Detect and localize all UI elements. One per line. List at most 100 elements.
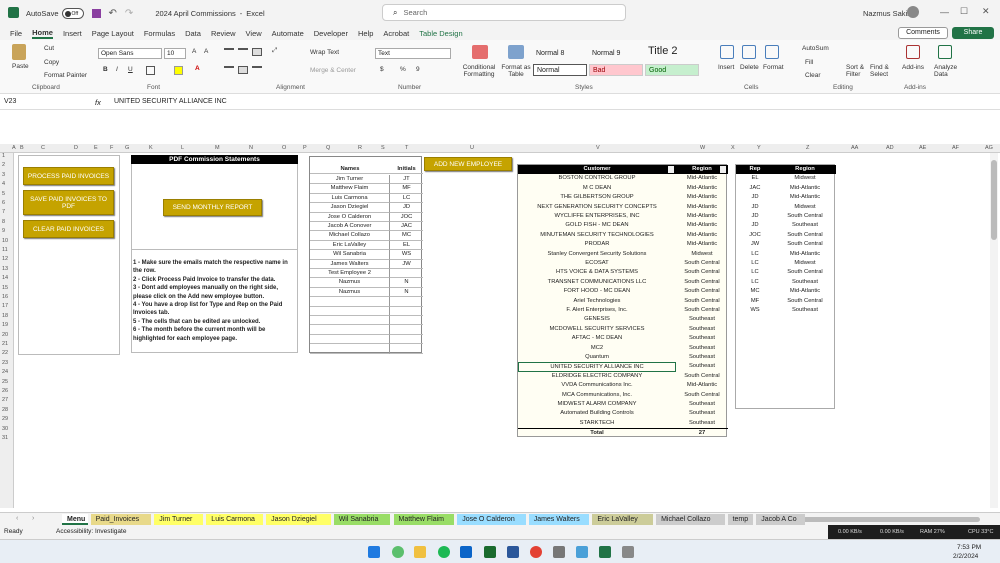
rep-region-cell[interactable]: Midwest xyxy=(774,203,836,212)
customer-name-cell[interactable]: MC2 xyxy=(518,344,676,353)
save-icon[interactable] xyxy=(91,8,101,18)
column-header-y[interactable]: Y xyxy=(757,145,761,151)
format-as-table-button[interactable]: Format as Table xyxy=(500,64,532,78)
conditional-formatting-icon[interactable] xyxy=(472,45,488,59)
customer-name-cell[interactable]: GENESIS xyxy=(518,315,676,324)
column-header-x[interactable]: X xyxy=(731,145,735,151)
menu-tab-home[interactable]: Home xyxy=(32,28,53,39)
app-icon[interactable] xyxy=(553,546,565,558)
employee-initials-cell[interactable]: N xyxy=(390,278,423,288)
customer-region-cell[interactable]: Southeast xyxy=(676,334,728,343)
sheet-tab-eric-lavalley[interactable]: Eric LaValley xyxy=(592,514,654,525)
column-header-e[interactable]: E xyxy=(94,145,98,151)
style-bad[interactable]: Bad xyxy=(589,64,643,76)
snipping-icon[interactable] xyxy=(576,546,588,558)
column-header-k[interactable]: K xyxy=(149,145,153,151)
name-box[interactable]: V23 xyxy=(4,98,74,108)
customer-region-cell[interactable]: Mid-Atlantic xyxy=(676,184,728,193)
analyze-data-button[interactable]: Analyze Data xyxy=(934,64,958,78)
share-button[interactable]: Share xyxy=(952,27,994,39)
row-header[interactable]: 10 xyxy=(2,238,8,244)
column-header-aa[interactable]: AA xyxy=(851,145,858,151)
menu-tab-file[interactable]: File xyxy=(10,29,22,38)
column-header-c[interactable]: C xyxy=(41,145,45,151)
rep-region-cell[interactable]: South Central xyxy=(774,240,836,249)
sheet-tab-jason-dziegiel[interactable]: Jason Dziegiel xyxy=(266,514,331,525)
delete-cells-icon[interactable] xyxy=(742,45,756,59)
employee-initials-cell[interactable]: MF xyxy=(390,184,423,194)
style-normal[interactable]: Normal xyxy=(533,64,587,76)
rep-header-0[interactable]: Rep xyxy=(736,165,774,175)
insert-button[interactable]: Insert xyxy=(718,64,734,71)
rep-region-cell[interactable]: Mid-Atlantic xyxy=(774,193,836,202)
column-header-ae[interactable]: AE xyxy=(919,145,926,151)
align-center-icon[interactable] xyxy=(238,66,248,74)
customer-name-cell[interactable]: VVDA Communications Inc. xyxy=(518,381,676,390)
customer-name-cell[interactable]: ELDRIDGE ELECTRIC COMPANY xyxy=(518,372,676,381)
horizontal-scroll-thumb[interactable] xyxy=(800,517,980,522)
customer-region-cell[interactable]: Mid-Atlantic xyxy=(676,381,728,390)
font-name-select[interactable]: Open Sans xyxy=(98,48,162,59)
filter-dropdown-icon[interactable] xyxy=(720,166,726,173)
comma-icon[interactable]: 9 xyxy=(416,66,420,73)
employee-initials-cell[interactable] xyxy=(390,269,423,279)
paste-icon[interactable] xyxy=(12,44,26,60)
column-header-n[interactable]: N xyxy=(249,145,253,151)
rep-region-cell[interactable]: South Central xyxy=(774,231,836,240)
customer-name-cell[interactable]: TRANSNET COMMUNICATIONS LLC xyxy=(518,278,676,287)
save-paid-invoices-pdf-button[interactable]: SAVE PAID INVOICES TO PDF xyxy=(23,190,114,215)
customer-name-cell[interactable]: MINUTEMAN SECURITY TECHNOLOGIES xyxy=(518,231,676,240)
column-header-ag[interactable]: AG xyxy=(985,145,993,151)
customer-region-cell[interactable]: Mid-Atlantic xyxy=(676,231,728,240)
customer-name-cell[interactable]: THE GILBERTSON GROUP xyxy=(518,193,676,202)
rep-initials-cell[interactable]: MC xyxy=(736,287,774,296)
menu-tab-view[interactable]: View xyxy=(246,29,262,38)
underline-button[interactable]: U xyxy=(128,66,133,73)
fx-icon[interactable]: fx xyxy=(95,98,101,107)
analyze-data-icon[interactable] xyxy=(938,45,952,59)
customer-region-cell[interactable]: Southeast xyxy=(676,315,728,324)
column-header-a[interactable]: A xyxy=(12,145,16,151)
excel-taskbar-icon[interactable] xyxy=(599,546,611,558)
currency-icon[interactable]: $ xyxy=(380,66,384,73)
customer-region-cell[interactable]: Mid-Atlantic xyxy=(676,221,728,230)
employee-name-cell[interactable]: James Walters xyxy=(310,259,390,269)
autosum-button[interactable]: AutoSum xyxy=(802,45,829,52)
rep-region-cell[interactable]: South Central xyxy=(774,297,836,306)
rep-region-cell[interactable]: Mid-Atlantic xyxy=(774,250,836,259)
minimize-icon[interactable]: — xyxy=(940,7,949,17)
employee-initials-cell[interactable] xyxy=(390,297,423,307)
row-header[interactable]: 8 xyxy=(2,219,5,225)
row-header[interactable]: 7 xyxy=(2,209,5,215)
rep-region-cell[interactable]: Midwest xyxy=(774,174,836,183)
customer-name-cell[interactable]: GOLD FISH - MC DEAN xyxy=(518,221,676,230)
employee-name-cell[interactable] xyxy=(310,316,390,326)
customer-name-cell[interactable]: STARKTECH xyxy=(518,419,676,428)
employee-name-cell[interactable] xyxy=(310,334,390,345)
column-header-l[interactable]: L xyxy=(181,145,184,151)
rep-initials-cell[interactable]: MF xyxy=(736,297,774,306)
merge-center-button[interactable]: Merge & Center xyxy=(310,67,356,74)
customer-region-cell[interactable]: Southeast xyxy=(676,344,728,353)
customer-name-cell[interactable]: AFTAC - MC DEAN xyxy=(518,334,676,343)
orientation-icon[interactable]: ⤢ xyxy=(272,47,277,55)
conditional-formatting-button[interactable]: Conditional Formatting xyxy=(460,64,498,78)
column-header-t[interactable]: T xyxy=(405,145,408,151)
menu-tab-help[interactable]: Help xyxy=(358,29,373,38)
user-name[interactable]: Nazmus Sakib xyxy=(863,9,911,18)
rep-initials-cell[interactable]: EL xyxy=(736,174,774,183)
row-header[interactable]: 14 xyxy=(2,275,8,281)
style-normal9[interactable]: Normal 9 xyxy=(589,48,643,60)
employee-initials-cell[interactable] xyxy=(390,325,423,335)
chrome-icon[interactable] xyxy=(530,546,542,558)
vertical-scroll-thumb[interactable] xyxy=(991,160,997,240)
windows-start-icon[interactable] xyxy=(368,546,380,558)
employee-initials-cell[interactable]: JD xyxy=(390,203,423,213)
employee-name-cell[interactable]: Luis Carmona xyxy=(310,193,390,204)
row-header[interactable]: 6 xyxy=(2,200,5,206)
style-normal8[interactable]: Normal 8 xyxy=(533,48,587,60)
customer-region-cell[interactable]: Southeast xyxy=(676,353,728,362)
search-box[interactable]: ⌕ Search xyxy=(382,4,626,21)
column-header-r[interactable]: R xyxy=(358,145,362,151)
cut-button[interactable]: Cut xyxy=(44,45,54,52)
